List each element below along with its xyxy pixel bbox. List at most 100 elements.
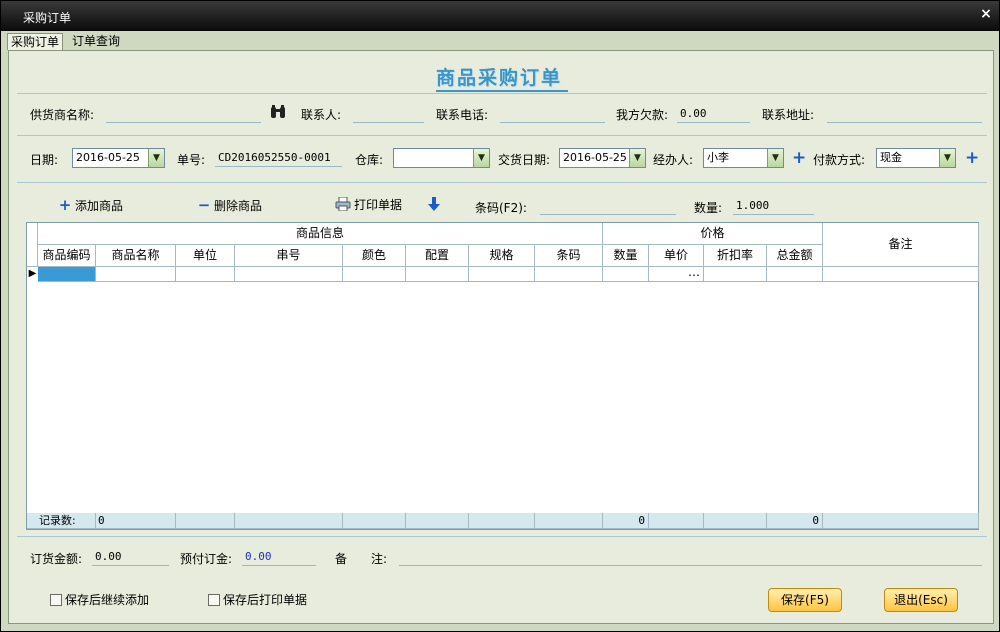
column-header[interactable]: 配置 bbox=[406, 245, 469, 267]
quantity-field[interactable]: 1.000 bbox=[733, 197, 814, 215]
address-label: 联系地址: bbox=[762, 108, 815, 122]
add-goods-button[interactable]: + 添加商品 bbox=[58, 196, 123, 214]
column-header[interactable]: 商品名称 bbox=[96, 245, 176, 267]
table-cell[interactable] bbox=[406, 267, 469, 282]
column-header[interactable]: 颜色 bbox=[343, 245, 406, 267]
footer-cell bbox=[704, 513, 767, 529]
deposit-field[interactable]: 0.00 bbox=[242, 548, 316, 566]
footer-cell bbox=[823, 513, 979, 529]
column-header-remarks[interactable]: 备注 bbox=[823, 223, 979, 267]
record-count-label: 记录数: bbox=[27, 513, 96, 529]
contact-label: 联系人: bbox=[301, 108, 342, 122]
deposit-label: 预付订金: bbox=[180, 552, 233, 566]
warehouse-label: 仓库: bbox=[355, 153, 384, 167]
column-header[interactable]: 单位 bbox=[176, 245, 235, 267]
date-label: 日期: bbox=[30, 153, 59, 167]
table-cell[interactable] bbox=[704, 267, 767, 282]
row-indicator-icon: ▶ bbox=[28, 268, 37, 279]
column-header[interactable]: 总金额 bbox=[767, 245, 823, 267]
chevron-down-icon[interactable]: ▼ bbox=[473, 149, 489, 167]
chevron-down-icon[interactable]: ▼ bbox=[148, 149, 164, 167]
table-cell[interactable] bbox=[823, 267, 979, 282]
column-header[interactable]: 条码 bbox=[535, 245, 603, 267]
continue-after-save-checkbox[interactable]: 保存后继续添加 bbox=[50, 592, 149, 608]
column-header[interactable]: 商品编码 bbox=[38, 245, 96, 267]
divider bbox=[17, 135, 987, 136]
save-button[interactable]: 保存(F5) bbox=[768, 588, 842, 612]
payment-select[interactable]: 现金 ▼ bbox=[876, 148, 956, 168]
delivery-date-label: 交货日期: bbox=[498, 153, 551, 167]
footer-cell bbox=[235, 513, 343, 529]
divider bbox=[17, 93, 987, 94]
print-after-save-checkbox[interactable]: 保存后打印单据 bbox=[208, 592, 307, 608]
warehouse-select[interactable]: ▼ bbox=[393, 148, 490, 168]
binoculars-icon[interactable] bbox=[269, 104, 287, 120]
payment-value: 现金 bbox=[880, 151, 902, 164]
payment-label: 付款方式: bbox=[813, 153, 866, 167]
page-title: 商品采购订单 bbox=[9, 63, 995, 92]
window-title: 采购订单 bbox=[23, 11, 72, 25]
table-cell[interactable] bbox=[603, 267, 649, 282]
table-cell-selected[interactable] bbox=[38, 267, 96, 282]
table-cell[interactable] bbox=[235, 267, 343, 282]
row-header-corner bbox=[27, 223, 38, 267]
add-payment-icon[interactable]: + bbox=[965, 150, 979, 167]
remark-field[interactable] bbox=[399, 548, 982, 566]
minus-icon: − bbox=[197, 196, 211, 214]
handler-label: 经办人: bbox=[653, 153, 694, 167]
column-header[interactable]: 规格 bbox=[469, 245, 535, 267]
order-number-field: CD2016052550-0001 bbox=[215, 149, 342, 167]
table-cell[interactable] bbox=[343, 267, 406, 282]
record-count-value: 0 bbox=[96, 513, 176, 529]
handler-select[interactable]: 小李 ▼ bbox=[703, 148, 784, 168]
footer-quantity-total: 0 bbox=[603, 513, 649, 529]
supplier-name-field[interactable] bbox=[106, 105, 261, 123]
add-handler-icon[interactable]: + bbox=[792, 150, 806, 167]
exit-button[interactable]: 退出(Esc) bbox=[884, 588, 958, 612]
table-cell[interactable] bbox=[469, 267, 535, 282]
tab-strip: 采购订单 订单查询 bbox=[1, 31, 999, 50]
divider bbox=[17, 182, 987, 183]
date-picker[interactable]: 2016-05-25 ▼ bbox=[72, 148, 165, 168]
chevron-down-icon[interactable]: ▼ bbox=[939, 149, 955, 167]
tab-purchase-order[interactable]: 采购订单 bbox=[7, 33, 64, 50]
delivery-date-picker[interactable]: 2016-05-25 ▼ bbox=[559, 148, 646, 168]
column-header[interactable]: 单价 bbox=[649, 245, 704, 267]
table-cell[interactable] bbox=[176, 267, 235, 282]
contact-field[interactable] bbox=[353, 105, 424, 123]
chevron-down-icon[interactable]: ▼ bbox=[767, 149, 783, 167]
print-receipt-button[interactable]: 打印单据 bbox=[335, 196, 402, 214]
supplier-name-label: 供货商名称: bbox=[30, 108, 95, 122]
remark-label: 备 注: bbox=[335, 552, 388, 566]
footer-cell bbox=[343, 513, 406, 529]
chevron-down-icon[interactable]: ▼ bbox=[629, 149, 645, 167]
table-cell[interactable] bbox=[767, 267, 823, 282]
group-header-goods: 商品信息 bbox=[38, 223, 603, 245]
owed-label: 我方欠款: bbox=[616, 108, 669, 122]
close-icon[interactable]: × bbox=[979, 6, 993, 22]
purchase-order-window: 采购订单 × 采购订单 订单查询 商品采购订单 供货商名称: 联系人: 联系电话… bbox=[0, 0, 1000, 632]
form-panel: 商品采购订单 供货商名称: 联系人: 联系电话: 我方欠款: 0.00 联系地址… bbox=[8, 50, 994, 624]
address-field[interactable] bbox=[827, 105, 982, 123]
footer-cell bbox=[406, 513, 469, 529]
barcode-label: 条码(F2): bbox=[475, 201, 527, 215]
barcode-field[interactable] bbox=[540, 197, 676, 215]
goods-table[interactable]: 商品信息 价格 备注 商品编码 商品名称 单位 串号 颜色 配置 规格 条码 数… bbox=[26, 222, 979, 530]
order-amount-field: 0.00 bbox=[92, 548, 169, 566]
column-header[interactable]: 数量 bbox=[603, 245, 649, 267]
column-header[interactable]: 折扣率 bbox=[704, 245, 767, 267]
phone-label: 联系电话: bbox=[436, 108, 489, 122]
handler-value: 小李 bbox=[707, 151, 729, 164]
table-cell[interactable] bbox=[535, 267, 603, 282]
footer-cell bbox=[649, 513, 704, 529]
column-header[interactable]: 串号 bbox=[235, 245, 343, 267]
footer-cell bbox=[535, 513, 603, 529]
tab-order-query[interactable]: 订单查询 bbox=[69, 33, 123, 50]
arrow-down-icon[interactable] bbox=[427, 196, 441, 212]
printer-icon bbox=[335, 196, 351, 212]
phone-field[interactable] bbox=[500, 105, 605, 123]
title-bar[interactable]: 采购订单 × bbox=[1, 1, 999, 31]
table-cell[interactable] bbox=[96, 267, 176, 282]
ellipsis-button[interactable]: … bbox=[649, 267, 704, 282]
delete-goods-button[interactable]: − 删除商品 bbox=[197, 196, 262, 214]
